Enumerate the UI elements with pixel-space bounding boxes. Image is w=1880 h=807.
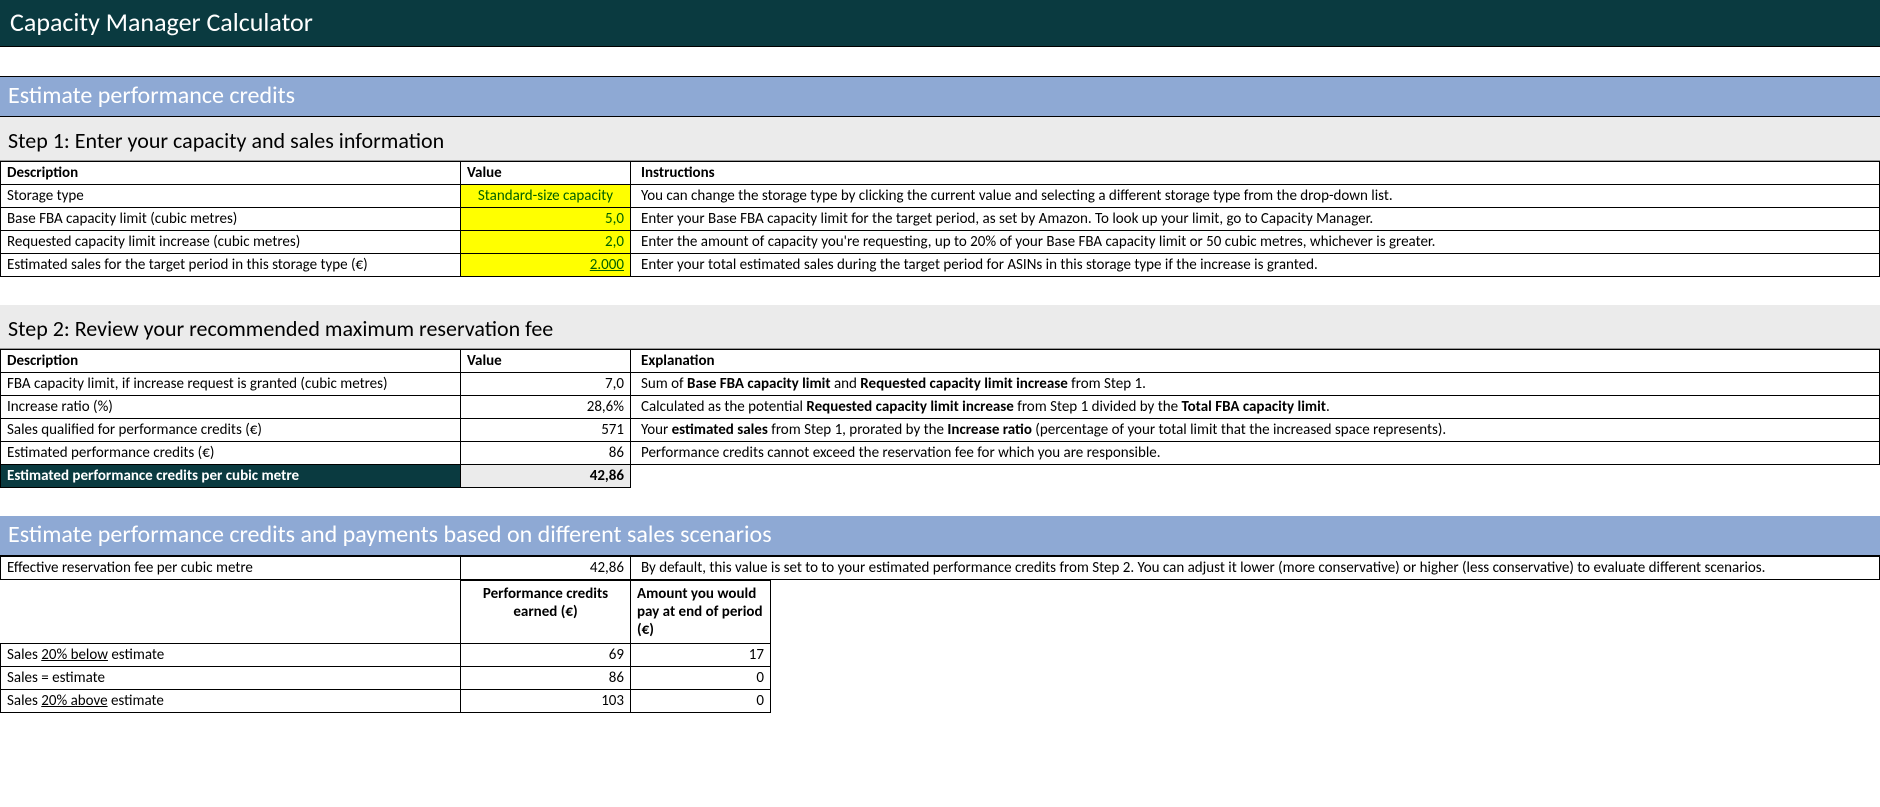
- row-instruction: Enter your total estimated sales during …: [631, 254, 1880, 277]
- col-description: Description: [1, 350, 461, 373]
- step1-header: Step 1: Enter your capacity and sales in…: [0, 117, 1880, 161]
- col-instructions: Instructions: [631, 162, 1880, 185]
- scenario-amount: 17: [631, 644, 771, 667]
- spacer: [0, 47, 1880, 77]
- page-title: Capacity Manager Calculator: [10, 6, 470, 38]
- row-description: Increase ratio (%): [1, 396, 461, 419]
- row-description: Sales qualified for performance credits …: [1, 419, 461, 442]
- row-value-input[interactable]: Standard-size capacity: [461, 185, 631, 208]
- row-value-input[interactable]: 2.000: [461, 254, 631, 277]
- row-description: Storage type: [1, 185, 461, 208]
- scenario-label: Sales 20% above estimate: [1, 690, 461, 713]
- row-description: Estimated performance credits (€): [1, 442, 461, 465]
- row-explanation: Calculated as the potential Requested ca…: [631, 396, 1880, 419]
- col-credits: Performance credits earned (€): [461, 581, 631, 644]
- step1-table: Description Value Instructions Storage t…: [0, 161, 1880, 277]
- empty-header: [1, 581, 461, 644]
- scenario-amount: 0: [631, 690, 771, 713]
- scenario-credits: 86: [461, 667, 631, 690]
- row-description: Estimated sales for the target period in…: [1, 254, 461, 277]
- eff-fee-value[interactable]: 42,86: [461, 557, 631, 580]
- title-bar: Capacity Manager Calculator: [0, 0, 1880, 47]
- step2-header: Step 2: Review your recommended maximum …: [0, 305, 1880, 349]
- row-explanation: Your estimated sales from Step 1, prorat…: [631, 419, 1880, 442]
- empty-header: [771, 581, 1880, 644]
- scenario-credits: 69: [461, 644, 631, 667]
- empty: [631, 465, 1880, 488]
- scenario-table: Effective reservation fee per cubic metr…: [0, 556, 1880, 580]
- row-value-input[interactable]: 2,0: [461, 231, 631, 254]
- row-value: 7,0: [461, 373, 631, 396]
- summary-value: 42,86: [461, 465, 631, 488]
- empty: [771, 644, 1880, 667]
- scenario-label: Sales 20% below estimate: [1, 644, 461, 667]
- section-header-2: Estimate performance credits and payment…: [0, 516, 1880, 556]
- row-description: Base FBA capacity limit (cubic metres): [1, 208, 461, 231]
- summary-label: Estimated performance credits per cubic …: [1, 465, 461, 488]
- row-description: FBA capacity limit, if increase request …: [1, 373, 461, 396]
- row-explanation: Performance credits cannot exceed the re…: [631, 442, 1880, 465]
- col-explanation: Explanation: [631, 350, 1880, 373]
- col-amount: Amount you would pay at end of period (€…: [631, 581, 771, 644]
- row-instruction: You can change the storage type by click…: [631, 185, 1880, 208]
- row-value: 86: [461, 442, 631, 465]
- col-value: Value: [461, 350, 631, 373]
- row-value: 28,6%: [461, 396, 631, 419]
- col-value: Value: [461, 162, 631, 185]
- row-description: Requested capacity limit increase (cubic…: [1, 231, 461, 254]
- scenario-credits: 103: [461, 690, 631, 713]
- col-description: Description: [1, 162, 461, 185]
- scenario-amount: 0: [631, 667, 771, 690]
- row-instruction: Enter the amount of capacity you're requ…: [631, 231, 1880, 254]
- scenario-label: Sales = estimate: [1, 667, 461, 690]
- row-explanation: Sum of Base FBA capacity limit and Reque…: [631, 373, 1880, 396]
- scenario-detail-table: Performance credits earned (€) Amount yo…: [0, 580, 1880, 713]
- row-value-input[interactable]: 5,0: [461, 208, 631, 231]
- eff-fee-instr: By default, this value is set to to your…: [631, 557, 1880, 580]
- empty: [771, 667, 1880, 690]
- row-value: 571: [461, 419, 631, 442]
- section-header-1: Estimate performance credits: [0, 77, 1880, 117]
- row-instruction: Enter your Base FBA capacity limit for t…: [631, 208, 1880, 231]
- step2-table: Description Value Explanation FBA capaci…: [0, 349, 1880, 488]
- empty: [771, 690, 1880, 713]
- eff-fee-label: Effective reservation fee per cubic metr…: [1, 557, 461, 580]
